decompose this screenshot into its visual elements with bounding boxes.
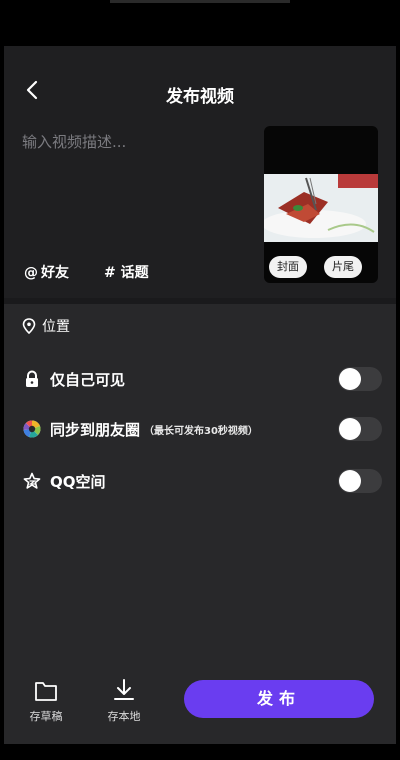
- hashtag-icon: #: [104, 265, 116, 281]
- bottom-bar: [0, 744, 400, 760]
- qzone-toggle[interactable]: [338, 469, 382, 493]
- option-label: QQ空间: [50, 472, 106, 491]
- toggle-knob: [339, 470, 361, 492]
- folder-icon: [16, 674, 76, 702]
- option-note: （最长可发布30秒视频）: [144, 425, 258, 437]
- toggle-knob: [339, 418, 361, 440]
- description-input[interactable]: 输入视频描述...: [22, 131, 126, 152]
- page-title: 发布视频: [166, 87, 234, 107]
- moments-toggle[interactable]: [338, 417, 382, 441]
- header: 发布视频: [4, 46, 396, 136]
- star-icon: [22, 471, 42, 491]
- private-toggle[interactable]: [338, 367, 382, 391]
- option-private: 仅自己可见: [22, 364, 382, 394]
- moments-icon: [22, 419, 42, 439]
- option-moments-sync: 同步到朋友圈 （最长可发布30秒视频）: [22, 414, 382, 444]
- location-pin-icon: [22, 318, 36, 334]
- save-draft-button[interactable]: 存草稿: [16, 674, 76, 724]
- option-qzone: QQ空间: [22, 466, 382, 496]
- publish-video-screen: 发布视频 输入视频描述... 封面 片尾 @ 好友 # 话题 位置 仅自己可见 …: [4, 46, 396, 744]
- download-icon: [94, 674, 154, 702]
- cover-button[interactable]: 封面: [269, 256, 307, 278]
- mention-friend-button[interactable]: @ 好友: [24, 262, 69, 282]
- topic-label: 话题: [120, 265, 149, 281]
- location-selector[interactable]: 位置: [22, 316, 70, 336]
- option-label: 同步到朋友圈: [50, 420, 141, 439]
- mention-label: 好友: [41, 265, 69, 281]
- at-icon: @: [24, 265, 38, 281]
- option-label: 仅自己可见: [50, 370, 126, 389]
- cover-thumbnail: [264, 174, 378, 242]
- ending-button[interactable]: 片尾: [324, 256, 362, 278]
- toggle-knob: [339, 368, 361, 390]
- save-draft-label: 存草稿: [29, 710, 63, 723]
- save-local-label: 存本地: [107, 710, 141, 723]
- publish-button[interactable]: 发布: [184, 680, 374, 718]
- status-bar: [0, 0, 400, 46]
- save-local-button[interactable]: 存本地: [94, 674, 154, 724]
- location-label: 位置: [42, 319, 70, 335]
- video-cover-preview[interactable]: 封面 片尾: [264, 126, 378, 283]
- notch: [110, 0, 290, 3]
- lock-icon: [22, 369, 42, 389]
- add-topic-button[interactable]: # 话题: [104, 262, 149, 282]
